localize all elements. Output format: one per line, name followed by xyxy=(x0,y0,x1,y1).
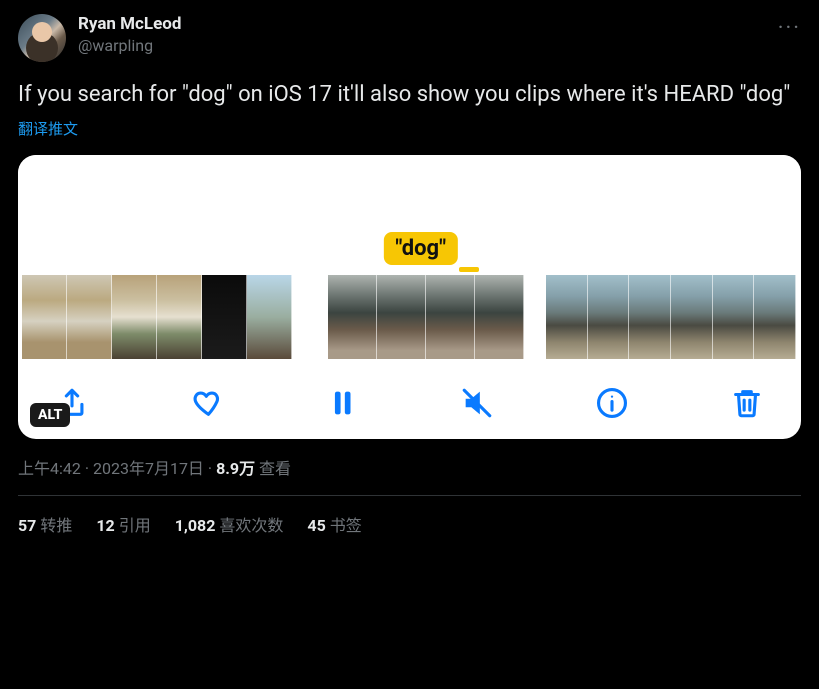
author-names[interactable]: Ryan McLeod @warpling xyxy=(78,14,181,55)
tweet-date[interactable]: 2023年7月17日 xyxy=(93,459,204,478)
handle: @warpling xyxy=(78,36,181,55)
info-icon xyxy=(595,386,629,420)
clip-group-2 xyxy=(314,275,524,359)
tweet-stats: 57转推 12引用 1,082喜欢次数 45书签 xyxy=(18,496,801,536)
display-name: Ryan McLeod xyxy=(78,14,181,34)
tweet-meta: 上午4:42 · 2023年7月17日 · 8.9万 查看 xyxy=(18,455,801,479)
clip-group-3 xyxy=(546,275,796,359)
delete-button[interactable] xyxy=(721,381,773,425)
info-button[interactable] xyxy=(586,381,638,425)
media-controls xyxy=(18,365,801,425)
pause-icon xyxy=(325,386,359,420)
tweet-container: Ryan McLeod @warpling ··· If you search … xyxy=(0,0,819,536)
trash-icon xyxy=(730,386,764,420)
media-top-whitespace: "dog" xyxy=(18,155,801,265)
video-filmstrip[interactable] xyxy=(18,265,801,365)
pause-button[interactable] xyxy=(316,381,368,425)
likes-stat[interactable]: 1,082喜欢次数 xyxy=(175,512,284,536)
avatar[interactable] xyxy=(18,14,66,62)
speaker-muted-icon xyxy=(460,386,494,420)
tweet-header: Ryan McLeod @warpling ··· xyxy=(18,14,801,62)
tweet-text: If you search for "dog" on iOS 17 it'll … xyxy=(18,80,801,110)
bookmarks-stat[interactable]: 45书签 xyxy=(307,512,361,536)
retweets-stat[interactable]: 57转推 xyxy=(18,512,72,536)
views-count: 8.9万 xyxy=(216,459,255,478)
caption-pill: "dog" xyxy=(383,232,458,265)
views-label: 查看 xyxy=(255,459,291,478)
media-card[interactable]: "dog" xyxy=(18,155,801,439)
translate-link[interactable]: 翻译推文 xyxy=(18,118,78,139)
more-button[interactable]: ··· xyxy=(778,14,801,41)
mute-button[interactable] xyxy=(451,381,503,425)
heart-icon xyxy=(190,386,224,420)
alt-badge[interactable]: ALT xyxy=(30,403,70,427)
clip-group-1 xyxy=(22,275,292,359)
tweet-time[interactable]: 上午4:42 xyxy=(18,459,81,478)
caption-marker xyxy=(459,267,479,272)
like-button[interactable] xyxy=(181,381,233,425)
quotes-stat[interactable]: 12引用 xyxy=(96,512,150,536)
